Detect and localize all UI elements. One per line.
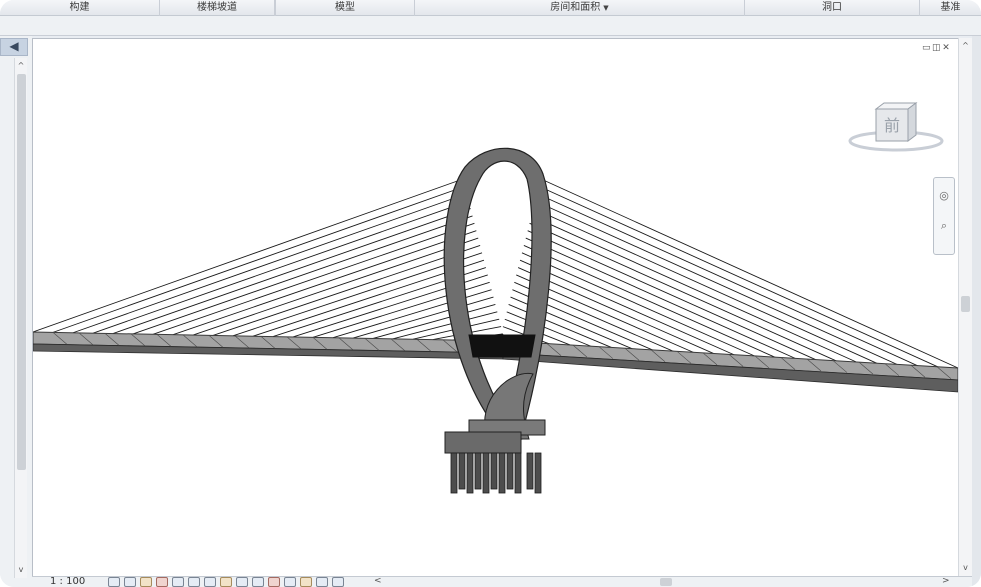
- unlock-3d-icon[interactable]: [220, 577, 232, 587]
- ribbon-lower-band: [0, 16, 981, 36]
- scroll-up-icon[interactable]: ^: [15, 60, 27, 72]
- analysis-display-icon[interactable]: [268, 577, 280, 587]
- ribbon-panel-label: 构建: [69, 2, 90, 13]
- revit-window: 构建 楼梯坡道 模型 房间和面积 ▼ 洞口 基准 ◀ ^ v ▭◫✕ 前 ◎ ⌕…: [0, 0, 981, 587]
- detail-level-icon[interactable]: [108, 577, 120, 587]
- highlight-displacement-icon[interactable]: [284, 577, 296, 587]
- ribbon-panel-label: 模型: [335, 2, 355, 13]
- zoom-region-icon[interactable]: ⌕: [936, 218, 952, 234]
- scroll-down-icon[interactable]: v: [959, 562, 972, 574]
- view-control-bar: 1 : 100 < >: [32, 576, 972, 587]
- view-window-controls: ▭◫✕: [922, 43, 952, 53]
- ribbon-panel-label: 基准: [940, 2, 961, 13]
- design-options-icon[interactable]: [332, 577, 344, 587]
- ribbon-panel-room-area[interactable]: 房间和面积 ▼: [415, 0, 745, 16]
- scroll-right-icon[interactable]: >: [942, 576, 950, 586]
- ribbon-panel-label: 房间和面积: [550, 2, 601, 13]
- ribbon-panel-build[interactable]: 构建: [0, 0, 160, 16]
- crop-view-icon[interactable]: [188, 577, 200, 587]
- temporary-hide-icon[interactable]: [236, 577, 248, 587]
- window-edge: [972, 36, 981, 587]
- scroll-up-icon[interactable]: ^: [959, 40, 972, 52]
- collapse-panel-button[interactable]: ◀: [0, 38, 28, 56]
- scroll-thumb[interactable]: [17, 74, 26, 470]
- ribbon-panel-opening[interactable]: 洞口: [745, 0, 920, 16]
- shadows-icon[interactable]: [156, 577, 168, 587]
- restore-view-icon[interactable]: ▭: [922, 43, 932, 53]
- view-control-icons: [108, 577, 344, 587]
- show-crop-icon[interactable]: [204, 577, 216, 587]
- constraints-icon[interactable]: [300, 577, 312, 587]
- bridge-model: [33, 147, 959, 494]
- collapse-icon: ◀: [9, 39, 19, 53]
- ribbon-panel-titles: 构建 楼梯坡道 模型 房间和面积 ▼ 洞口 基准: [0, 0, 981, 16]
- sun-path-icon[interactable]: [140, 577, 152, 587]
- 3d-drawing-view[interactable]: ▭◫✕ 前 ◎ ⌕: [32, 38, 959, 576]
- view-scale[interactable]: 1 : 100: [50, 576, 85, 587]
- pier-foundation: [444, 419, 546, 494]
- ribbon-panel-model[interactable]: 模型: [275, 0, 415, 16]
- ribbon-panel-label: 楼梯坡道: [197, 2, 237, 13]
- scroll-down-icon[interactable]: v: [15, 564, 27, 576]
- ribbon-panel-datum[interactable]: 基准: [920, 0, 981, 16]
- ring-arch: [443, 147, 552, 440]
- visual-style-icon[interactable]: [124, 577, 136, 587]
- navigation-bar: ◎ ⌕: [933, 177, 955, 255]
- steering-wheel-icon[interactable]: ◎: [936, 188, 952, 204]
- viewcube-face-label: 前: [884, 116, 900, 135]
- dropdown-caret-icon: ▼: [603, 4, 609, 12]
- ribbon-panel-stairs-ramp[interactable]: 楼梯坡道: [160, 0, 275, 16]
- ribbon-panel-label: 洞口: [822, 2, 842, 13]
- tile-view-icon[interactable]: ◫: [932, 43, 942, 53]
- scroll-left-icon[interactable]: <: [374, 576, 382, 586]
- scroll-thumb[interactable]: [961, 296, 970, 312]
- reveal-hidden-icon[interactable]: [252, 577, 264, 587]
- close-view-icon[interactable]: ✕: [942, 43, 952, 53]
- viewcube-icon[interactable]: 前: [846, 99, 946, 159]
- worksharing-icon[interactable]: [316, 577, 328, 587]
- right-scrollbar[interactable]: ^ v: [958, 38, 972, 576]
- horizontal-scroll-thumb[interactable]: [660, 578, 672, 586]
- render-icon[interactable]: [172, 577, 184, 587]
- left-scrollbar[interactable]: ^ v: [14, 58, 27, 578]
